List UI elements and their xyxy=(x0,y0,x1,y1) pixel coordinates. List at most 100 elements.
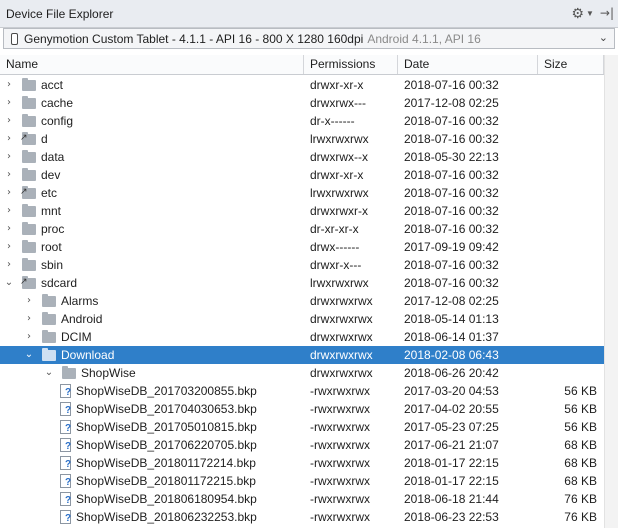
date-cell: 2018-07-16 00:32 xyxy=(404,186,499,200)
folder-icon xyxy=(62,366,76,379)
tree-row[interactable]: ShopWiseDB_201706220705.bkp -rwxrwxrwx 201… xyxy=(0,436,604,454)
file-name: DCIM xyxy=(61,330,92,344)
gear-icon[interactable]: ⚙ xyxy=(571,6,584,20)
folder-icon xyxy=(42,330,56,343)
permissions-cell: drwxr-xr-x xyxy=(310,168,364,182)
folder-icon xyxy=(22,240,36,253)
expand-right-arrow-icon[interactable]: › xyxy=(4,166,14,184)
permissions-cell: -rwxrwxrwx xyxy=(310,420,370,434)
size-cell: 56 KB xyxy=(564,420,597,434)
tree-row[interactable]: ShopWiseDB_201703200855.bkp -rwxrwxrwx 201… xyxy=(0,382,604,400)
expand-right-arrow-icon[interactable]: › xyxy=(4,130,14,148)
expand-right-arrow-icon[interactable]: › xyxy=(24,292,34,310)
expand-right-arrow-icon[interactable]: › xyxy=(4,184,14,202)
tree-row[interactable]: › ↗ etc lrwxrwxrwx 2018-07-16 00:32 xyxy=(0,184,604,202)
date-cell: 2018-06-18 21:44 xyxy=(404,492,499,506)
tree-row[interactable]: › data drwxrwx--x 2018-05-30 22:13 xyxy=(0,148,604,166)
file-name: ShopWiseDB_201806180954.bkp xyxy=(76,492,257,506)
tree-row[interactable]: › acct drwxr-xr-x 2018-07-16 00:32 xyxy=(0,76,604,94)
expand-right-arrow-icon[interactable]: › xyxy=(24,328,34,346)
expand-right-arrow-icon[interactable]: › xyxy=(4,94,14,112)
tree-row[interactable]: › Alarms drwxrwxrwx 2017-12-08 02:25 xyxy=(0,292,604,310)
titlebar-actions: ⚙ ▼ →| xyxy=(571,6,614,20)
expand-right-arrow-icon[interactable]: › xyxy=(4,238,14,256)
file-name: sbin xyxy=(41,258,64,272)
tree-row[interactable]: › DCIM drwxrwxrwx 2018-06-14 01:37 xyxy=(0,328,604,346)
permissions-cell: -rwxrwxrwx xyxy=(310,438,370,452)
column-header-size[interactable]: Size xyxy=(538,55,604,74)
size-cell: 76 KB xyxy=(564,510,597,524)
tree-row[interactable]: ⌄ ↗ sdcard lrwxrwxrwx 2018-07-16 00:32 xyxy=(0,274,604,292)
tree-row[interactable]: ShopWiseDB_201705010815.bkp -rwxrwxrwx 201… xyxy=(0,418,604,436)
column-header-date[interactable]: Date xyxy=(398,55,538,74)
vertical-scrollbar[interactable] xyxy=(604,55,618,528)
folder-icon xyxy=(22,150,36,163)
size-cell: 68 KB xyxy=(564,456,597,470)
pin-icon[interactable]: →| xyxy=(600,6,614,20)
folder-icon xyxy=(22,222,36,235)
expand-down-arrow-icon[interactable]: ⌄ xyxy=(24,346,34,364)
expand-down-arrow-icon[interactable]: ⌄ xyxy=(44,364,54,382)
tree-row[interactable]: › Android drwxrwxrwx 2018-05-14 01:13 xyxy=(0,310,604,328)
tree-row[interactable]: ShopWiseDB_201806180954.bkp -rwxrwxrwx 201… xyxy=(0,490,604,508)
folder-icon xyxy=(42,348,56,361)
size-cell: 68 KB xyxy=(564,474,597,488)
date-cell: 2018-05-30 22:13 xyxy=(404,150,499,164)
tree-row[interactable]: ⌄ Download drwxrwxrwx 2018-02-08 06:43 xyxy=(0,346,604,364)
file-name: Alarms xyxy=(61,294,99,308)
tree-row[interactable]: › cache drwxrwx--- 2017-12-08 02:25 xyxy=(0,94,604,112)
date-cell: 2018-07-16 00:32 xyxy=(404,132,499,146)
date-cell: 2017-12-08 02:25 xyxy=(404,294,499,308)
tree-row[interactable]: ShopWiseDB_201801172214.bkp -rwxrwxrwx 201… xyxy=(0,454,604,472)
permissions-cell: lrwxrwxrwx xyxy=(310,132,369,146)
expand-down-arrow-icon[interactable]: ⌄ xyxy=(4,274,14,292)
folder-icon xyxy=(22,96,36,109)
permissions-cell: -rwxrwxrwx xyxy=(310,510,370,524)
table-header: Name Permissions Date Size xyxy=(0,55,604,75)
tree-row[interactable]: › sbin drwxr-x--- 2018-07-16 00:32 xyxy=(0,256,604,274)
chevron-down-icon[interactable]: ⌄ xyxy=(599,31,608,44)
tree-row[interactable]: ShopWiseDB_201704030653.bkp -rwxrwxrwx 201… xyxy=(0,400,604,418)
file-name: ShopWiseDB_201703200855.bkp xyxy=(76,384,257,398)
device-selector[interactable]: Genymotion Custom Tablet - 4.1.1 - API 1… xyxy=(3,28,615,49)
column-header-name[interactable]: Name xyxy=(0,55,304,74)
file-name: sdcard xyxy=(41,276,78,290)
tree-row[interactable]: › dev drwxr-xr-x 2018-07-16 00:32 xyxy=(0,166,604,184)
file-icon xyxy=(60,492,71,506)
folder-icon xyxy=(22,168,36,181)
tree-row[interactable]: › ↗ d lrwxrwxrwx 2018-07-16 00:32 xyxy=(0,130,604,148)
permissions-cell: -rwxrwxrwx xyxy=(310,474,370,488)
folder-link-icon: ↗ xyxy=(20,132,36,145)
device-android-version: Android 4.1.1, API 16 xyxy=(367,31,481,46)
tree-row[interactable]: ShopWiseDB_201801172215.bkp -rwxrwxrwx 201… xyxy=(0,472,604,490)
file-name: ShopWiseDB_201706220705.bkp xyxy=(76,438,257,452)
permissions-cell: drwxrwxr-x xyxy=(310,204,368,218)
date-cell: 2018-06-14 01:37 xyxy=(404,330,499,344)
permissions-cell: lrwxrwxrwx xyxy=(310,186,369,200)
date-cell: 2018-06-23 22:53 xyxy=(404,510,499,524)
phone-icon xyxy=(11,32,18,45)
expand-right-arrow-icon[interactable]: › xyxy=(4,220,14,238)
tree-row[interactable]: › proc dr-xr-xr-x 2018-07-16 00:32 xyxy=(0,220,604,238)
expand-right-arrow-icon[interactable]: › xyxy=(4,256,14,274)
expand-right-arrow-icon[interactable]: › xyxy=(4,76,14,94)
tree-row[interactable]: › root drwx------ 2017-09-19 09:42 xyxy=(0,238,604,256)
expand-right-arrow-icon[interactable]: › xyxy=(4,148,14,166)
permissions-cell: drwx------ xyxy=(310,240,360,254)
column-header-permissions[interactable]: Permissions xyxy=(304,55,398,74)
chevron-down-icon[interactable]: ▼ xyxy=(586,9,594,18)
tree-row[interactable]: › mnt drwxrwxr-x 2018-07-16 00:32 xyxy=(0,202,604,220)
tree-row[interactable]: › config dr-x------ 2018-07-16 00:32 xyxy=(0,112,604,130)
file-name: Download xyxy=(61,348,115,362)
expand-right-arrow-icon[interactable]: › xyxy=(4,202,14,220)
permissions-cell: drwxrwx--- xyxy=(310,96,366,110)
expand-right-arrow-icon[interactable]: › xyxy=(4,112,14,130)
permissions-cell: drwxrwxrwx xyxy=(310,312,373,326)
file-name: cache xyxy=(41,96,74,110)
file-name: ShopWiseDB_201806232253.bkp xyxy=(76,510,257,524)
date-cell: 2018-07-16 00:32 xyxy=(404,204,499,218)
tree-row[interactable]: ShopWiseDB_201806232253.bkp -rwxrwxrwx 201… xyxy=(0,508,604,526)
tree-row[interactable]: ⌄ ShopWise drwxrwxrwx 2018-06-26 20:42 xyxy=(0,364,604,382)
date-cell: 2018-07-16 00:32 xyxy=(404,78,499,92)
expand-right-arrow-icon[interactable]: › xyxy=(24,310,34,328)
